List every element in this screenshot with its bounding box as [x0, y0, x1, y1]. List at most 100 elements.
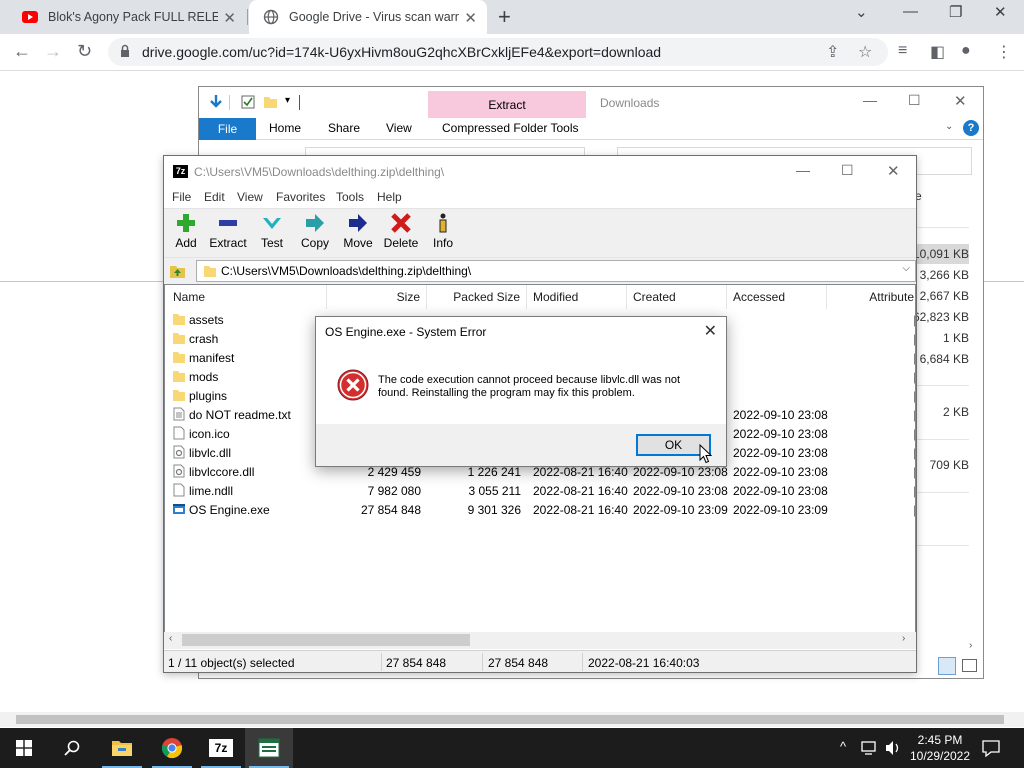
maximize-button[interactable]: ☐: [908, 92, 921, 109]
close-button[interactable]: ✕: [954, 92, 967, 110]
excel-window-icon: [258, 738, 280, 758]
column-size[interactable]: Size: [327, 285, 427, 309]
side-panel-icon[interactable]: ◧: [930, 42, 945, 62]
address-bar[interactable]: drive.google.com/uc?id=174k-U6yxHivm8ouG…: [108, 38, 888, 66]
add-button[interactable]: Add: [164, 212, 208, 250]
column-created[interactable]: Created: [627, 285, 727, 309]
scrollbar-thumb[interactable]: [16, 715, 1004, 724]
menu-view[interactable]: View: [237, 190, 263, 204]
details-view-icon[interactable]: [938, 657, 956, 675]
close-tab-icon[interactable]: ✕: [464, 9, 477, 27]
large-icons-view-icon[interactable]: [962, 659, 977, 672]
file-row[interactable]: OS Engine.exe 27 854 848 9 301 326 2022-08-…: [165, 500, 915, 519]
network-icon[interactable]: [861, 740, 879, 756]
close-window-button[interactable]: ✕: [994, 3, 1007, 21]
volume-icon[interactable]: [885, 740, 901, 756]
file-created: 2022-09-10 23:09: [633, 503, 728, 517]
menu-favorites[interactable]: Favorites: [276, 190, 325, 204]
extract-context-tab[interactable]: Extract: [428, 91, 586, 118]
file-name: OS Engine.exe: [189, 503, 270, 517]
scroll-left-icon[interactable]: ‹: [169, 633, 172, 644]
info-label: Info: [432, 236, 453, 250]
delete-button[interactable]: Delete: [379, 212, 423, 250]
explorer-horizontal-scrollbar[interactable]: ›: [915, 640, 983, 654]
explorer-status-bar: [915, 654, 983, 679]
menu-tools[interactable]: Tools: [336, 190, 364, 204]
tab-google-drive[interactable]: Google Drive - Virus scan warning ✕: [249, 0, 487, 34]
maximize-button[interactable]: ☐: [841, 162, 854, 179]
column-modified[interactable]: Modified: [527, 285, 627, 309]
info-button[interactable]: Info: [421, 212, 465, 250]
move-button[interactable]: Move: [336, 212, 380, 250]
file-modified: 2022-08-21 16:40: [533, 465, 628, 479]
column-packed-size[interactable]: Packed Size: [427, 285, 527, 309]
forward-icon[interactable]: →: [44, 41, 62, 62]
tab-home[interactable]: Home: [269, 121, 301, 135]
share-icon[interactable]: ⇪: [826, 42, 839, 62]
file-attributes: |: [913, 313, 916, 327]
test-button[interactable]: Test: [250, 212, 294, 250]
tab-file[interactable]: File: [199, 118, 256, 140]
minimize-button[interactable]: —: [903, 3, 918, 20]
back-icon[interactable]: ←: [13, 41, 31, 62]
close-button[interactable]: ✕: [887, 162, 900, 180]
page-horizontal-scrollbar[interactable]: [0, 712, 1024, 727]
minimize-button[interactable]: —: [863, 92, 877, 108]
profile-icon[interactable]: ●: [961, 42, 971, 60]
tab-view[interactable]: View: [386, 121, 412, 135]
reload-icon[interactable]: ↻: [77, 41, 92, 62]
show-hidden-icons-icon[interactable]: ^: [840, 739, 846, 754]
add-label: Add: [175, 236, 197, 250]
file-row[interactable]: lime.ndll 7 982 080 3 055 211 2022-08-21 16…: [165, 481, 915, 500]
tab-compressed-folder-tools[interactable]: Compressed Folder Tools: [442, 121, 579, 135]
start-button[interactable]: [0, 728, 48, 768]
file-attributes: |: [913, 332, 916, 346]
reading-list-icon[interactable]: ≡: [898, 42, 907, 60]
7zip-path-input[interactable]: C:\Users\VM5\Downloads\delthing.zip\delt…: [196, 260, 916, 282]
file-attributes: |: [913, 351, 916, 365]
taskbar-clock[interactable]: 2:45 PM 10/29/2022: [905, 732, 975, 764]
copy-button[interactable]: Copy: [293, 212, 337, 250]
new-tab-button[interactable]: +: [498, 4, 511, 30]
column-attributes[interactable]: Attribute: [827, 285, 915, 309]
dialog-close-icon[interactable]: ✕: [704, 321, 717, 341]
file-accessed: 2022-09-10 23:09: [733, 503, 828, 517]
scroll-right-icon[interactable]: ›: [902, 633, 905, 644]
list-horizontal-scrollbar[interactable]: ‹ ›: [164, 632, 916, 649]
menu-help[interactable]: Help: [377, 190, 402, 204]
file-attributes: |: [913, 446, 916, 460]
folder-icon: [173, 314, 185, 325]
path-dropdown-icon[interactable]: ⌵: [902, 263, 910, 274]
taskbar-chrome[interactable]: [148, 728, 196, 768]
properties-check-icon[interactable]: [241, 95, 255, 109]
file-name: libvlccore.dll: [189, 465, 255, 479]
expand-ribbon-icon[interactable]: ⌄: [945, 121, 953, 132]
copy-arrow-icon: [306, 214, 324, 232]
scrollbar-thumb[interactable]: [182, 634, 470, 646]
menu-file[interactable]: File: [172, 190, 191, 204]
new-folder-icon[interactable]: [263, 95, 278, 109]
file-name: manifest: [189, 351, 235, 365]
search-button[interactable]: [48, 728, 96, 768]
tab-search-icon[interactable]: ⌄: [855, 3, 868, 21]
tab-bloks-agony-pack[interactable]: Blok's Agony Pack FULL RELEASE ✕: [8, 0, 246, 34]
bookmark-star-icon[interactable]: ☆: [858, 42, 872, 62]
menu-icon[interactable]: ⋮: [996, 42, 1012, 62]
ribbon-tabs: Home Share View Compressed Folder Tools …: [199, 118, 983, 140]
taskbar-file-explorer[interactable]: [98, 728, 146, 768]
close-tab-icon[interactable]: ✕: [223, 9, 236, 27]
column-name[interactable]: Name: [165, 285, 327, 309]
taskbar-error-window[interactable]: [245, 728, 293, 768]
help-icon[interactable]: ?: [963, 120, 979, 136]
quick-access-dropdown-icon[interactable]: ▾: [285, 95, 290, 106]
up-folder-icon[interactable]: [169, 263, 186, 279]
tab-share[interactable]: Share: [328, 121, 360, 135]
minimize-button[interactable]: —: [796, 162, 810, 178]
taskbar-7zip[interactable]: 7z: [197, 728, 245, 768]
notifications-icon[interactable]: [982, 739, 1000, 757]
extract-button[interactable]: Extract: [206, 212, 250, 250]
restore-button[interactable]: ❐: [949, 3, 962, 21]
column-accessed[interactable]: Accessed: [727, 285, 827, 309]
menu-edit[interactable]: Edit: [204, 190, 225, 204]
search-icon: [64, 740, 80, 756]
